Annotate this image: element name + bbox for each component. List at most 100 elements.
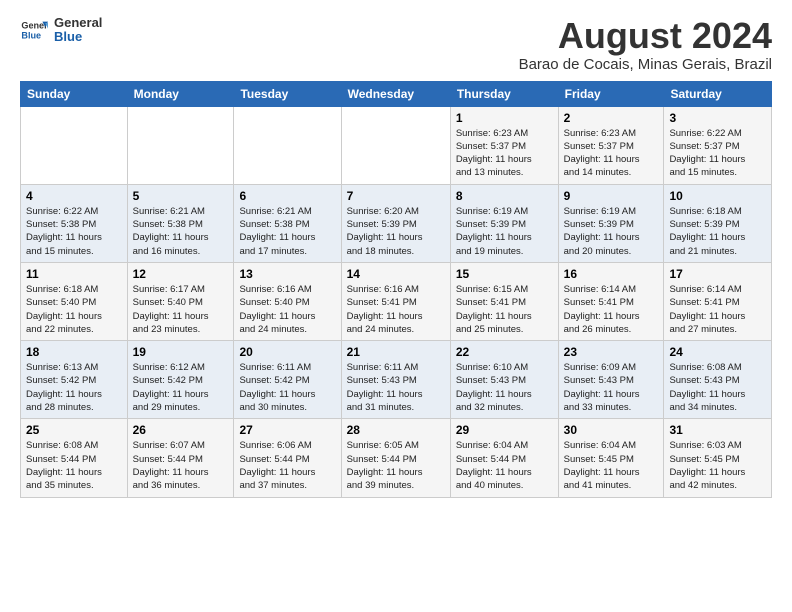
day-info: Sunrise: 6:04 AMSunset: 5:44 PMDaylight:…: [456, 439, 553, 492]
day-number: 27: [239, 423, 335, 437]
day-info: Sunrise: 6:11 AMSunset: 5:42 PMDaylight:…: [239, 361, 335, 414]
col-monday: Monday: [127, 81, 234, 106]
calendar-cell-w2-d1: 4 Sunrise: 6:22 AMSunset: 5:38 PMDaylight…: [21, 184, 128, 262]
header: General Blue General Blue August 2024 Ba…: [20, 16, 772, 73]
calendar-cell-w3-d2: 12 Sunrise: 6:17 AMSunset: 5:40 PMDayligh…: [127, 262, 234, 340]
calendar-cell-w5-d6: 30Sunrise: 6:04 AMSunset: 5:45 PMDayligh…: [558, 419, 664, 497]
col-friday: Friday: [558, 81, 664, 106]
day-info: Sunrise: 6:10 AMSunset: 5:43 PMDaylight:…: [456, 361, 553, 414]
calendar-cell-w2-d5: 8 Sunrise: 6:19 AMSunset: 5:39 PMDaylight…: [450, 184, 558, 262]
day-number: 18: [26, 345, 122, 359]
calendar-table: Sunday Monday Tuesday Wednesday Thursday…: [20, 81, 772, 498]
calendar-cell-w4-d4: 21 Sunrise: 6:11 AMSunset: 5:43 PMDayligh…: [341, 341, 450, 419]
day-number: 22: [456, 345, 553, 359]
calendar-cell-w5-d4: 28 Sunrise: 6:05 AMSunset: 5:44 PMDayligh…: [341, 419, 450, 497]
day-info: Sunrise: 6:22 AMSunset: 5:38 PMDaylight:…: [26, 205, 122, 258]
calendar-cell-w2-d7: 10 Sunrise: 6:18 AMSunset: 5:39 PMDayligh…: [664, 184, 772, 262]
col-saturday: Saturday: [664, 81, 772, 106]
day-number: 9: [564, 189, 659, 203]
calendar-cell-w1-d2: [127, 106, 234, 184]
day-number: 26: [133, 423, 229, 437]
subtitle: Barao de Cocais, Minas Gerais, Brazil: [519, 56, 772, 73]
calendar-cell-w3-d1: 11 Sunrise: 6:18 AMSunset: 5:40 PMDayligh…: [21, 262, 128, 340]
day-number: 4: [26, 189, 122, 203]
day-info: Sunrise: 6:19 AMSunset: 5:39 PMDaylight:…: [564, 205, 659, 258]
calendar-cell-w2-d3: 6Sunrise: 6:21 AMSunset: 5:38 PMDaylight…: [234, 184, 341, 262]
calendar-cell-w5-d1: 25Sunrise: 6:08 AMSunset: 5:44 PMDayligh…: [21, 419, 128, 497]
calendar-cell-w3-d5: 15 Sunrise: 6:15 AMSunset: 5:41 PMDayligh…: [450, 262, 558, 340]
calendar-cell-w1-d1: [21, 106, 128, 184]
day-number: 7: [347, 189, 445, 203]
week-row-1: 1 Sunrise: 6:23 AMSunset: 5:37 PMDaylight…: [21, 106, 772, 184]
day-number: 30: [564, 423, 659, 437]
logo-text-general: General: [54, 16, 102, 30]
calendar-cell-w2-d4: 7 Sunrise: 6:20 AMSunset: 5:39 PMDaylight…: [341, 184, 450, 262]
title-block: August 2024 Barao de Cocais, Minas Gerai…: [519, 16, 772, 73]
svg-text:Blue: Blue: [21, 31, 41, 41]
calendar-cell-w2-d6: 9 Sunrise: 6:19 AMSunset: 5:39 PMDaylight…: [558, 184, 664, 262]
day-info: Sunrise: 6:03 AMSunset: 5:45 PMDaylight:…: [669, 439, 766, 492]
day-number: 16: [564, 267, 659, 281]
day-info: Sunrise: 6:20 AMSunset: 5:39 PMDaylight:…: [347, 205, 445, 258]
calendar-cell-w5-d7: 31 Sunrise: 6:03 AMSunset: 5:45 PMDayligh…: [664, 419, 772, 497]
page-container: General Blue General Blue August 2024 Ba…: [0, 0, 792, 508]
day-number: 21: [347, 345, 445, 359]
calendar-cell-w4-d6: 23Sunrise: 6:09 AMSunset: 5:43 PMDayligh…: [558, 341, 664, 419]
day-number: 31: [669, 423, 766, 437]
day-number: 29: [456, 423, 553, 437]
day-info: Sunrise: 6:22 AMSunset: 5:37 PMDaylight:…: [669, 127, 766, 180]
day-number: 10: [669, 189, 766, 203]
day-info: Sunrise: 6:05 AMSunset: 5:44 PMDaylight:…: [347, 439, 445, 492]
logo-text-blue: Blue: [54, 30, 102, 44]
week-row-3: 11 Sunrise: 6:18 AMSunset: 5:40 PMDayligh…: [21, 262, 772, 340]
calendar-cell-w1-d5: 1 Sunrise: 6:23 AMSunset: 5:37 PMDaylight…: [450, 106, 558, 184]
main-title: August 2024: [519, 16, 772, 56]
day-info: Sunrise: 6:23 AMSunset: 5:37 PMDaylight:…: [564, 127, 659, 180]
calendar-cell-w3-d7: 17Sunrise: 6:14 AMSunset: 5:41 PMDayligh…: [664, 262, 772, 340]
day-number: 19: [133, 345, 229, 359]
col-wednesday: Wednesday: [341, 81, 450, 106]
day-info: Sunrise: 6:06 AMSunset: 5:44 PMDaylight:…: [239, 439, 335, 492]
day-number: 28: [347, 423, 445, 437]
day-number: 1: [456, 111, 553, 125]
day-number: 3: [669, 111, 766, 125]
calendar-cell-w3-d3: 13 Sunrise: 6:16 AMSunset: 5:40 PMDayligh…: [234, 262, 341, 340]
calendar-cell-w1-d6: 2 Sunrise: 6:23 AMSunset: 5:37 PMDaylight…: [558, 106, 664, 184]
day-info: Sunrise: 6:12 AMSunset: 5:42 PMDaylight:…: [133, 361, 229, 414]
day-number: 5: [133, 189, 229, 203]
calendar-cell-w4-d2: 19 Sunrise: 6:12 AMSunset: 5:42 PMDayligh…: [127, 341, 234, 419]
day-info: Sunrise: 6:17 AMSunset: 5:40 PMDaylight:…: [133, 283, 229, 336]
day-info: Sunrise: 6:11 AMSunset: 5:43 PMDaylight:…: [347, 361, 445, 414]
day-number: 2: [564, 111, 659, 125]
day-info: Sunrise: 6:15 AMSunset: 5:41 PMDaylight:…: [456, 283, 553, 336]
day-number: 13: [239, 267, 335, 281]
day-info: Sunrise: 6:23 AMSunset: 5:37 PMDaylight:…: [456, 127, 553, 180]
day-info: Sunrise: 6:08 AMSunset: 5:43 PMDaylight:…: [669, 361, 766, 414]
calendar-body: 1 Sunrise: 6:23 AMSunset: 5:37 PMDaylight…: [21, 106, 772, 497]
day-number: 15: [456, 267, 553, 281]
day-info: Sunrise: 6:18 AMSunset: 5:39 PMDaylight:…: [669, 205, 766, 258]
calendar-cell-w1-d4: [341, 106, 450, 184]
week-row-4: 18 Sunrise: 6:13 AMSunset: 5:42 PMDayligh…: [21, 341, 772, 419]
logo: General Blue General Blue: [20, 16, 102, 45]
day-info: Sunrise: 6:08 AMSunset: 5:44 PMDaylight:…: [26, 439, 122, 492]
day-info: Sunrise: 6:18 AMSunset: 5:40 PMDaylight:…: [26, 283, 122, 336]
day-info: Sunrise: 6:19 AMSunset: 5:39 PMDaylight:…: [456, 205, 553, 258]
day-number: 8: [456, 189, 553, 203]
day-info: Sunrise: 6:13 AMSunset: 5:42 PMDaylight:…: [26, 361, 122, 414]
calendar-cell-w5-d2: 26 Sunrise: 6:07 AMSunset: 5:44 PMDayligh…: [127, 419, 234, 497]
calendar-cell-w5-d3: 27 Sunrise: 6:06 AMSunset: 5:44 PMDayligh…: [234, 419, 341, 497]
day-info: Sunrise: 6:16 AMSunset: 5:40 PMDaylight:…: [239, 283, 335, 336]
day-info: Sunrise: 6:21 AMSunset: 5:38 PMDaylight:…: [133, 205, 229, 258]
day-number: 17: [669, 267, 766, 281]
day-number: 20: [239, 345, 335, 359]
day-info: Sunrise: 6:07 AMSunset: 5:44 PMDaylight:…: [133, 439, 229, 492]
calendar-header-row: Sunday Monday Tuesday Wednesday Thursday…: [21, 81, 772, 106]
calendar-cell-w3-d4: 14Sunrise: 6:16 AMSunset: 5:41 PMDayligh…: [341, 262, 450, 340]
calendar-cell-w4-d3: 20 Sunrise: 6:11 AMSunset: 5:42 PMDayligh…: [234, 341, 341, 419]
day-number: 12: [133, 267, 229, 281]
day-number: 11: [26, 267, 122, 281]
day-number: 23: [564, 345, 659, 359]
col-thursday: Thursday: [450, 81, 558, 106]
calendar-cell-w4-d1: 18 Sunrise: 6:13 AMSunset: 5:42 PMDayligh…: [21, 341, 128, 419]
